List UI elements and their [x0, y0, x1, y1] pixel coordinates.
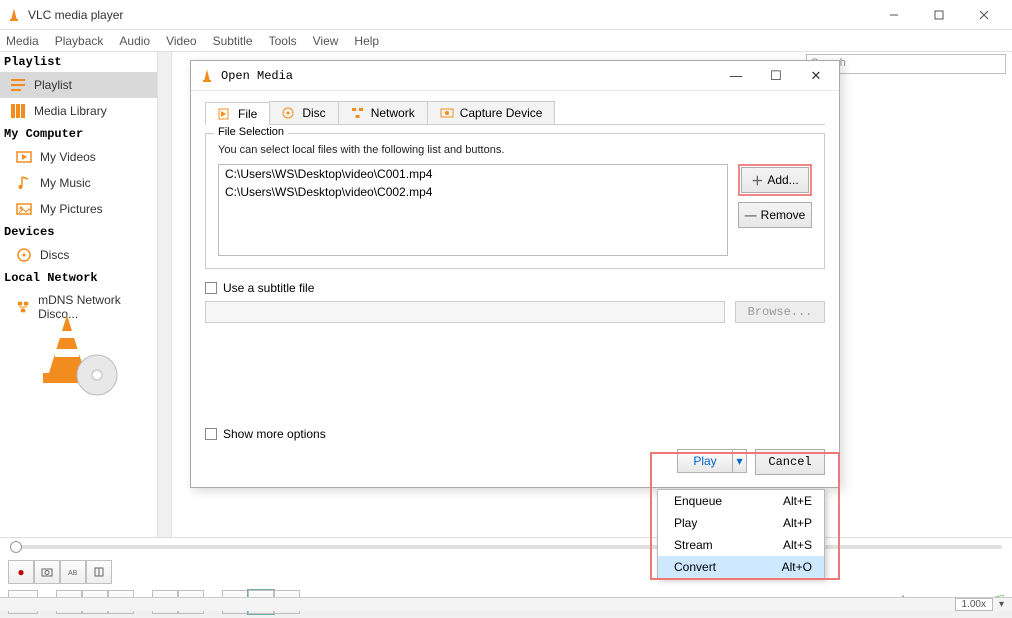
more-options-label: Show more options — [223, 427, 326, 441]
file-list-item[interactable]: C:\Users\WS\Desktop\video\C001.mp4 — [219, 165, 727, 183]
app-title: VLC media player — [28, 8, 871, 22]
more-options-checkbox[interactable] — [205, 428, 217, 440]
dialog-title: Open Media — [221, 69, 721, 83]
close-button[interactable] — [961, 1, 1006, 29]
menu-view[interactable]: View — [313, 34, 339, 48]
sidebar-item-label: Media Library — [34, 104, 107, 118]
group-desc: You can select local files with the foll… — [218, 144, 812, 156]
sidebar-item-label: My Pictures — [40, 202, 103, 216]
tab-network[interactable]: Network — [338, 101, 428, 124]
file-icon — [218, 108, 232, 120]
menu-audio[interactable]: Audio — [119, 34, 150, 48]
playback-bar: ● AB 37% — [0, 537, 1012, 597]
picture-icon — [16, 201, 32, 217]
sidebar-item-label: My Videos — [40, 150, 96, 164]
library-icon — [10, 103, 26, 119]
minimize-button[interactable] — [871, 1, 916, 29]
network-icon — [351, 107, 365, 119]
play-dropdown-menu: Enqueue Alt+E Play Alt+P Stream Alt+S Co… — [657, 489, 825, 579]
menu-tools[interactable]: Tools — [269, 34, 297, 48]
sidebar-heading-computer: My Computer — [0, 124, 157, 144]
snapshot-button[interactable] — [34, 560, 60, 584]
play-dropdown-caret[interactable]: ▾ — [732, 450, 746, 472]
dialog-minimize-button[interactable]: — — [721, 68, 751, 84]
playlist-icon — [10, 77, 26, 93]
tab-disc[interactable]: Disc — [269, 101, 338, 124]
maximize-button[interactable] — [916, 1, 961, 29]
menubar: Media Playback Audio Video Subtitle Tool… — [0, 30, 1012, 52]
add-button[interactable]: ＋ Add... — [741, 167, 809, 193]
sidebar-item-label: Playlist — [34, 78, 72, 92]
zoom-label: 1.00x — [955, 598, 993, 611]
sidebar: Playlist Playlist Media Library My Compu… — [0, 52, 158, 537]
sidebar-heading-devices: Devices — [0, 222, 157, 242]
record-button[interactable]: ● — [8, 560, 34, 584]
remove-button[interactable]: — Remove — [738, 202, 812, 228]
show-more-options[interactable]: Show more options — [205, 427, 326, 441]
dialog-titlebar: Open Media — ☐ ✕ — [191, 61, 839, 91]
dialog-close-button[interactable]: ✕ — [801, 68, 831, 84]
speed-dropdown-icon[interactable]: ▾ — [999, 599, 1004, 610]
sidebar-item-mypictures[interactable]: My Pictures — [0, 196, 157, 222]
menu-media[interactable]: Media — [6, 34, 39, 48]
subtitle-checkbox-label: Use a subtitle file — [223, 281, 314, 295]
browse-button: Browse... — [735, 301, 825, 323]
sidebar-item-playlist[interactable]: Playlist — [0, 72, 157, 98]
sidebar-item-myvideos[interactable]: My Videos — [0, 144, 157, 170]
play-split-button[interactable]: Play ▾ — [677, 449, 747, 473]
file-list-item[interactable]: C:\Users\WS\Desktop\video\C002.mp4 — [219, 183, 727, 201]
menu-item-stream[interactable]: Stream Alt+S — [658, 534, 824, 556]
sidebar-item-mymusic[interactable]: My Music — [0, 170, 157, 196]
vlc-cone-icon — [199, 68, 215, 84]
video-icon — [16, 149, 32, 165]
subtitle-checkbox[interactable] — [205, 282, 217, 294]
tab-capture[interactable]: Capture Device — [427, 101, 556, 124]
dialog-tabs: File Disc Network Capture Device — [205, 101, 825, 125]
minus-icon: — — [745, 208, 757, 222]
svg-text:AB: AB — [68, 570, 78, 577]
menu-item-play[interactable]: Play Alt+P — [658, 512, 824, 534]
sidebar-heading-playlist: Playlist — [0, 52, 157, 72]
open-media-dialog: Open Media — ☐ ✕ File Disc Network Captu… — [190, 60, 840, 488]
statusbar: 1.00x ▾ — [0, 597, 1012, 611]
vlc-cone-icon — [6, 7, 22, 23]
seek-bar[interactable] — [0, 538, 1012, 556]
cancel-button[interactable]: Cancel — [755, 449, 825, 475]
music-icon — [16, 175, 32, 191]
sidebar-item-media-library[interactable]: Media Library — [0, 98, 157, 124]
disc-icon — [282, 107, 296, 119]
sidebar-scrollbar[interactable] — [158, 52, 172, 537]
frame-button[interactable] — [86, 560, 112, 584]
dialog-maximize-button[interactable]: ☐ — [761, 68, 791, 84]
album-art — [18, 300, 136, 410]
file-selection-group: File Selection You can select local file… — [205, 133, 825, 269]
plus-icon: ＋ — [751, 172, 763, 189]
group-legend: File Selection — [214, 126, 288, 138]
titlebar: VLC media player — [0, 0, 1012, 30]
menu-help[interactable]: Help — [354, 34, 379, 48]
sidebar-item-label: My Music — [40, 176, 91, 190]
menu-item-convert[interactable]: Convert Alt+O — [658, 556, 824, 578]
file-list[interactable]: C:\Users\WS\Desktop\video\C001.mp4 C:\Us… — [218, 164, 728, 256]
menu-subtitle[interactable]: Subtitle — [213, 34, 253, 48]
menu-video[interactable]: Video — [166, 34, 196, 48]
tab-file[interactable]: File — [205, 102, 270, 125]
sidebar-heading-network: Local Network — [0, 268, 157, 288]
sidebar-item-discs[interactable]: Discs — [0, 242, 157, 268]
a-b-loop-button[interactable]: AB — [60, 560, 86, 584]
menu-playback[interactable]: Playback — [55, 34, 104, 48]
sidebar-item-label: Discs — [40, 248, 69, 262]
disc-icon — [16, 247, 32, 263]
subtitle-checkbox-row[interactable]: Use a subtitle file — [205, 281, 825, 295]
menu-item-enqueue[interactable]: Enqueue Alt+E — [658, 490, 824, 512]
subtitle-path-input — [205, 301, 725, 323]
capture-icon — [440, 107, 454, 119]
